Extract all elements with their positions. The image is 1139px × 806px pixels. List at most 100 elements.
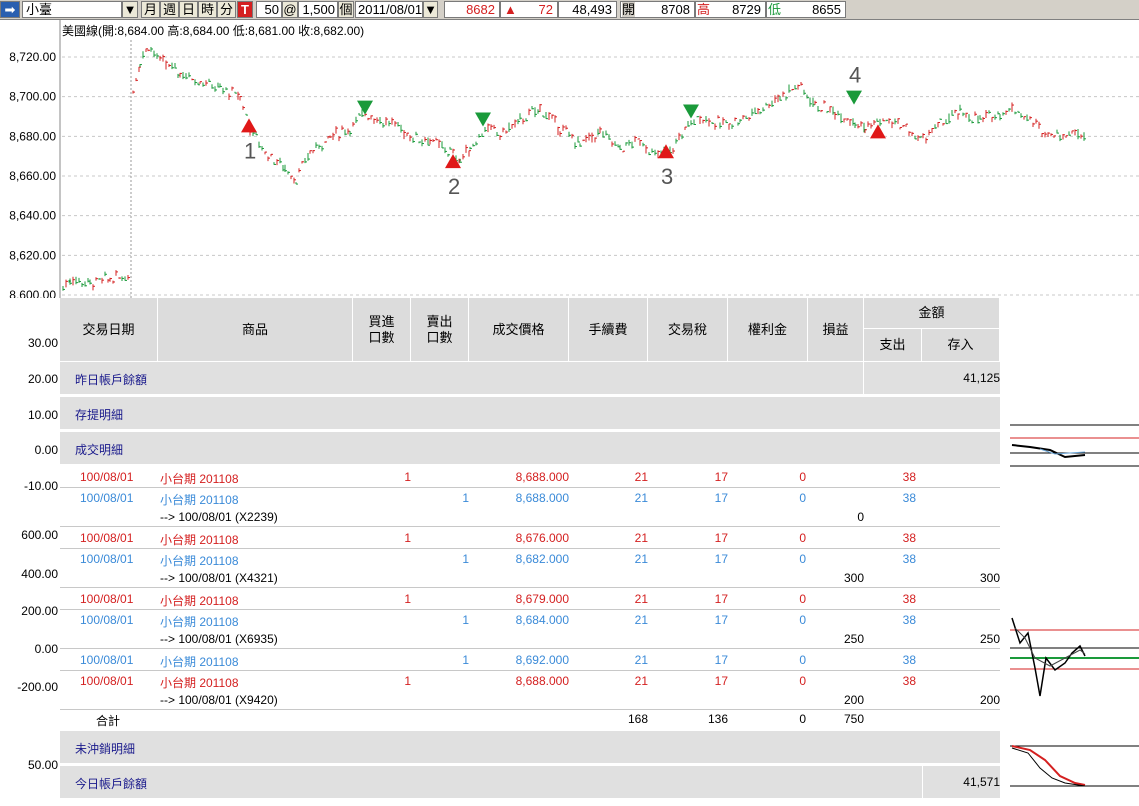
fee-cell: 21 xyxy=(634,552,648,566)
price-cell: 8,688.000 xyxy=(515,491,569,505)
product-cell: 小台期 201108 xyxy=(160,493,239,507)
col-header-in: 存入 xyxy=(922,329,1000,361)
trade-row[interactable]: 100/08/01 小台期 201108 1 8,682.000 21 17 0 38 xyxy=(60,549,1000,570)
product-cell: 小台期 201108 xyxy=(160,655,239,669)
tax-cell: 17 xyxy=(714,674,728,688)
chevron-down-icon: ▼ xyxy=(123,2,137,17)
pnl-value: 250 xyxy=(843,632,864,646)
buy-qty-cell: 1 xyxy=(404,592,411,606)
price-chart-svg: 8,720.00 8,700.00 8,680.00 8,660.00 8,640.00… xyxy=(9,20,1139,298)
price-cell: 8,679.000 xyxy=(515,592,569,606)
y-tick-label: 8,680.00 xyxy=(9,129,56,143)
trade-row[interactable]: 100/08/01 小台期 201108 1 8,679.000 21 17 0 38 xyxy=(60,589,1000,610)
out-cell: 38 xyxy=(902,470,916,484)
low-field: 低 8655 xyxy=(766,1,846,18)
fee-cell: 21 xyxy=(634,653,648,667)
sell-marker xyxy=(846,90,862,105)
product-cell: 小台期 201108 xyxy=(160,676,239,690)
period-button-week[interactable]: 週 xyxy=(160,1,179,18)
indicator-scale-label: 50.00 xyxy=(27,758,58,772)
trade-row[interactable]: 100/08/01 小台期 201108 1 8,692.000 21 17 0 38 xyxy=(60,650,1000,671)
fee-cell: 21 xyxy=(634,470,648,484)
indicator-scale-label: 0.00 xyxy=(34,443,58,457)
period-button-hour[interactable]: 時 xyxy=(198,1,217,18)
product-cell: 小台期 201108 xyxy=(160,554,239,568)
fee-cell: 21 xyxy=(634,592,648,606)
date-dropdown-button[interactable]: ▼ xyxy=(423,1,438,18)
pnl-value: 0 xyxy=(857,510,864,524)
lots-input[interactable]: 50 xyxy=(256,1,282,18)
trade-row[interactable]: 100/08/01 小台期 201108 1 8,684.000 21 17 0 38 xyxy=(60,610,1000,631)
buy-qty-cell: 1 xyxy=(404,470,411,484)
date-cell: 100/08/01 xyxy=(80,674,134,688)
buy-qty-cell: 1 xyxy=(404,674,411,688)
premium-cell: 0 xyxy=(799,531,806,545)
deposit-section-row[interactable]: 存提明細 xyxy=(60,397,1000,430)
nav-arrow-button[interactable]: ➡ xyxy=(0,1,20,18)
period-button-day[interactable]: 日 xyxy=(179,1,198,18)
close-ref: --> 100/08/01 (X4321) xyxy=(160,571,278,585)
buy-marker xyxy=(870,124,886,139)
volume-field: 48,493 xyxy=(558,1,617,18)
y-tick-label: 8,720.00 xyxy=(9,50,56,64)
col-header-amount: 金額 xyxy=(864,298,1000,329)
prev-balance-row: 昨日帳戶餘額 41,125 xyxy=(60,362,1000,395)
price-cell: 8,676.000 xyxy=(515,531,569,545)
symbol-value: 小臺 xyxy=(26,2,53,17)
close-ref: --> 100/08/01 (X6935) xyxy=(160,632,278,646)
fee-cell: 21 xyxy=(634,531,648,545)
pnl-value: 300 xyxy=(843,571,864,585)
col-header-premium: 權利金 xyxy=(728,298,808,361)
buy-marker xyxy=(658,144,674,159)
indicator-scale-label: -200.00 xyxy=(17,680,58,694)
y-tick-label: 8,620.00 xyxy=(9,248,56,262)
trade-row[interactable]: 100/08/01 小台期 201108 1 8,688.000 21 17 0 38 xyxy=(60,488,1000,509)
symbol-dropdown-button[interactable]: ▼ xyxy=(122,1,138,18)
period-button-minute[interactable]: 分 xyxy=(217,1,236,18)
in-value: 250 xyxy=(979,632,1000,646)
price-amount-input[interactable]: 1,500 xyxy=(298,1,338,18)
indicator-scale-label: 20.00 xyxy=(27,372,58,386)
date-cell: 100/08/01 xyxy=(80,531,134,545)
close-summary-row[interactable]: --> 100/08/01 (X6935) 250 250 xyxy=(60,631,1000,649)
trade-row[interactable]: 100/08/01 小台期 201108 1 8,688.000 21 17 0 38 xyxy=(60,671,1000,692)
close-summary-row[interactable]: --> 100/08/01 (X2239) 0 xyxy=(60,509,1000,527)
out-cell: 38 xyxy=(902,552,916,566)
close-summary-row[interactable]: --> 100/08/01 (X4321) 300 300 xyxy=(60,570,1000,588)
buy-marker xyxy=(241,118,257,133)
sell-marker xyxy=(475,112,491,127)
sell-qty-cell: 1 xyxy=(462,491,469,505)
date-select[interactable]: 2011/08/01 xyxy=(355,1,423,18)
premium-cell: 0 xyxy=(799,653,806,667)
trades-section-row[interactable]: 成交明細 xyxy=(60,432,1000,465)
t-marker-button[interactable]: T xyxy=(237,1,253,18)
y-tick-label: 8,660.00 xyxy=(9,169,56,183)
trade-row[interactable]: 100/08/01 小台期 201108 1 8,688.000 21 17 0 38 xyxy=(60,467,1000,488)
tax-cell: 17 xyxy=(714,653,728,667)
toolbar: ➡ 小臺 ▼ 月 週 日 時 分 T 50 @ 1,500 個 2011/08/… xyxy=(0,0,1139,20)
indicator-panel xyxy=(1010,298,1139,803)
col-header-buy: 買進 口數 xyxy=(353,298,411,361)
in-value: 300 xyxy=(979,571,1000,585)
out-cell: 38 xyxy=(902,653,916,667)
at-label: @ xyxy=(282,1,298,18)
period-button-month[interactable]: 月 xyxy=(141,1,160,18)
col-header-tax: 交易稅 xyxy=(648,298,728,361)
tax-cell: 17 xyxy=(714,491,728,505)
sell-marker xyxy=(357,100,373,115)
close-summary-row[interactable]: --> 100/08/01 (X9420) 200 200 xyxy=(60,692,1000,710)
indicator-3 xyxy=(1010,745,1139,787)
today-balance-row: 今日帳戶餘額 41,571 xyxy=(60,766,1000,799)
trade-row[interactable]: 100/08/01 小台期 201108 1 8,676.000 21 17 0 38 xyxy=(60,528,1000,549)
open-positions-row[interactable]: 未沖銷明細 xyxy=(60,731,1000,764)
change-field: ▲ 72 xyxy=(500,1,558,18)
fee-cell: 21 xyxy=(634,491,648,505)
symbol-select[interactable]: 小臺 xyxy=(22,1,122,18)
y-tick-label: 8,700.00 xyxy=(9,90,56,104)
date-cell: 100/08/01 xyxy=(80,653,134,667)
open-field: 開 8708 xyxy=(620,1,695,18)
out-cell: 38 xyxy=(902,531,916,545)
price-chart[interactable]: 美國線(開:8,684.00 高:8,684.00 低:8,681.00 收:8… xyxy=(0,20,1139,298)
marker-label: 4 xyxy=(849,63,861,88)
out-cell: 38 xyxy=(902,613,916,627)
